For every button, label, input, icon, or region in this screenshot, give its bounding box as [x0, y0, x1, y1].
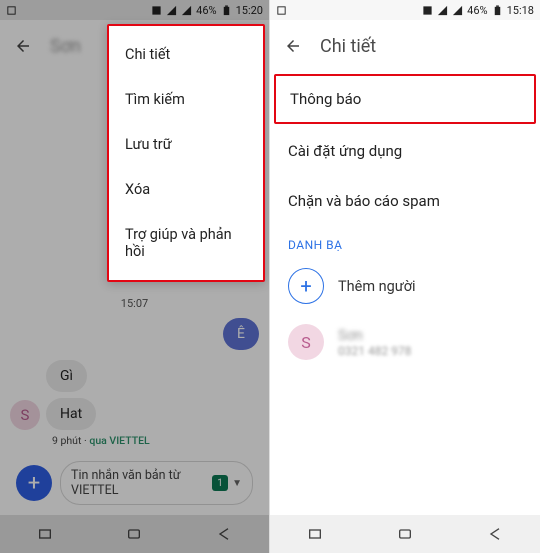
menu-details[interactable]: Chi tiết — [109, 32, 263, 77]
contact-row[interactable]: S Sơn 0321 482 978 — [270, 314, 540, 370]
details-header: Chi tiết — [270, 20, 540, 72]
row-app-settings[interactable]: Cài đặt ứng dụng — [270, 126, 540, 176]
signal-icon — [452, 5, 463, 16]
statusbar: 46% 15:18 — [270, 0, 540, 20]
back-icon[interactable] — [284, 37, 302, 55]
clock: 15:18 — [507, 4, 534, 17]
recents-icon[interactable] — [305, 526, 325, 542]
page-title: Chi tiết — [320, 36, 376, 57]
avatar: S — [288, 324, 324, 360]
row-notifications[interactable]: Thông báo — [274, 74, 536, 124]
add-person-label: Thêm người — [338, 278, 416, 295]
screenshot-icon — [276, 5, 287, 16]
menu-delete[interactable]: Xóa — [109, 167, 263, 212]
battery-pct: 46% — [467, 4, 487, 17]
details-list: Thông báo Cài đặt ứng dụng Chặn và báo c… — [270, 74, 540, 226]
home-icon[interactable] — [395, 526, 415, 542]
battery-icon — [492, 5, 503, 16]
plus-icon: + — [288, 268, 324, 304]
menu-archive[interactable]: Lưu trữ — [109, 122, 263, 167]
add-person-row[interactable]: + Thêm người — [270, 258, 540, 314]
row-block-spam[interactable]: Chặn và báo cáo spam — [270, 176, 540, 226]
menu-search[interactable]: Tìm kiếm — [109, 77, 263, 122]
signal-icon — [437, 5, 448, 16]
back-nav-icon[interactable] — [485, 526, 505, 542]
nfc-icon — [422, 5, 433, 16]
contact-phone: 0321 482 978 — [338, 344, 411, 358]
contacts-label: DANH BẠ — [270, 226, 540, 258]
contact-name: Sơn — [338, 327, 411, 344]
overflow-menu: Chi tiết Tìm kiếm Lưu trữ Xóa Trợ giúp v… — [107, 24, 265, 282]
menu-help[interactable]: Trợ giúp và phản hồi — [109, 212, 263, 274]
navbar — [270, 515, 540, 553]
